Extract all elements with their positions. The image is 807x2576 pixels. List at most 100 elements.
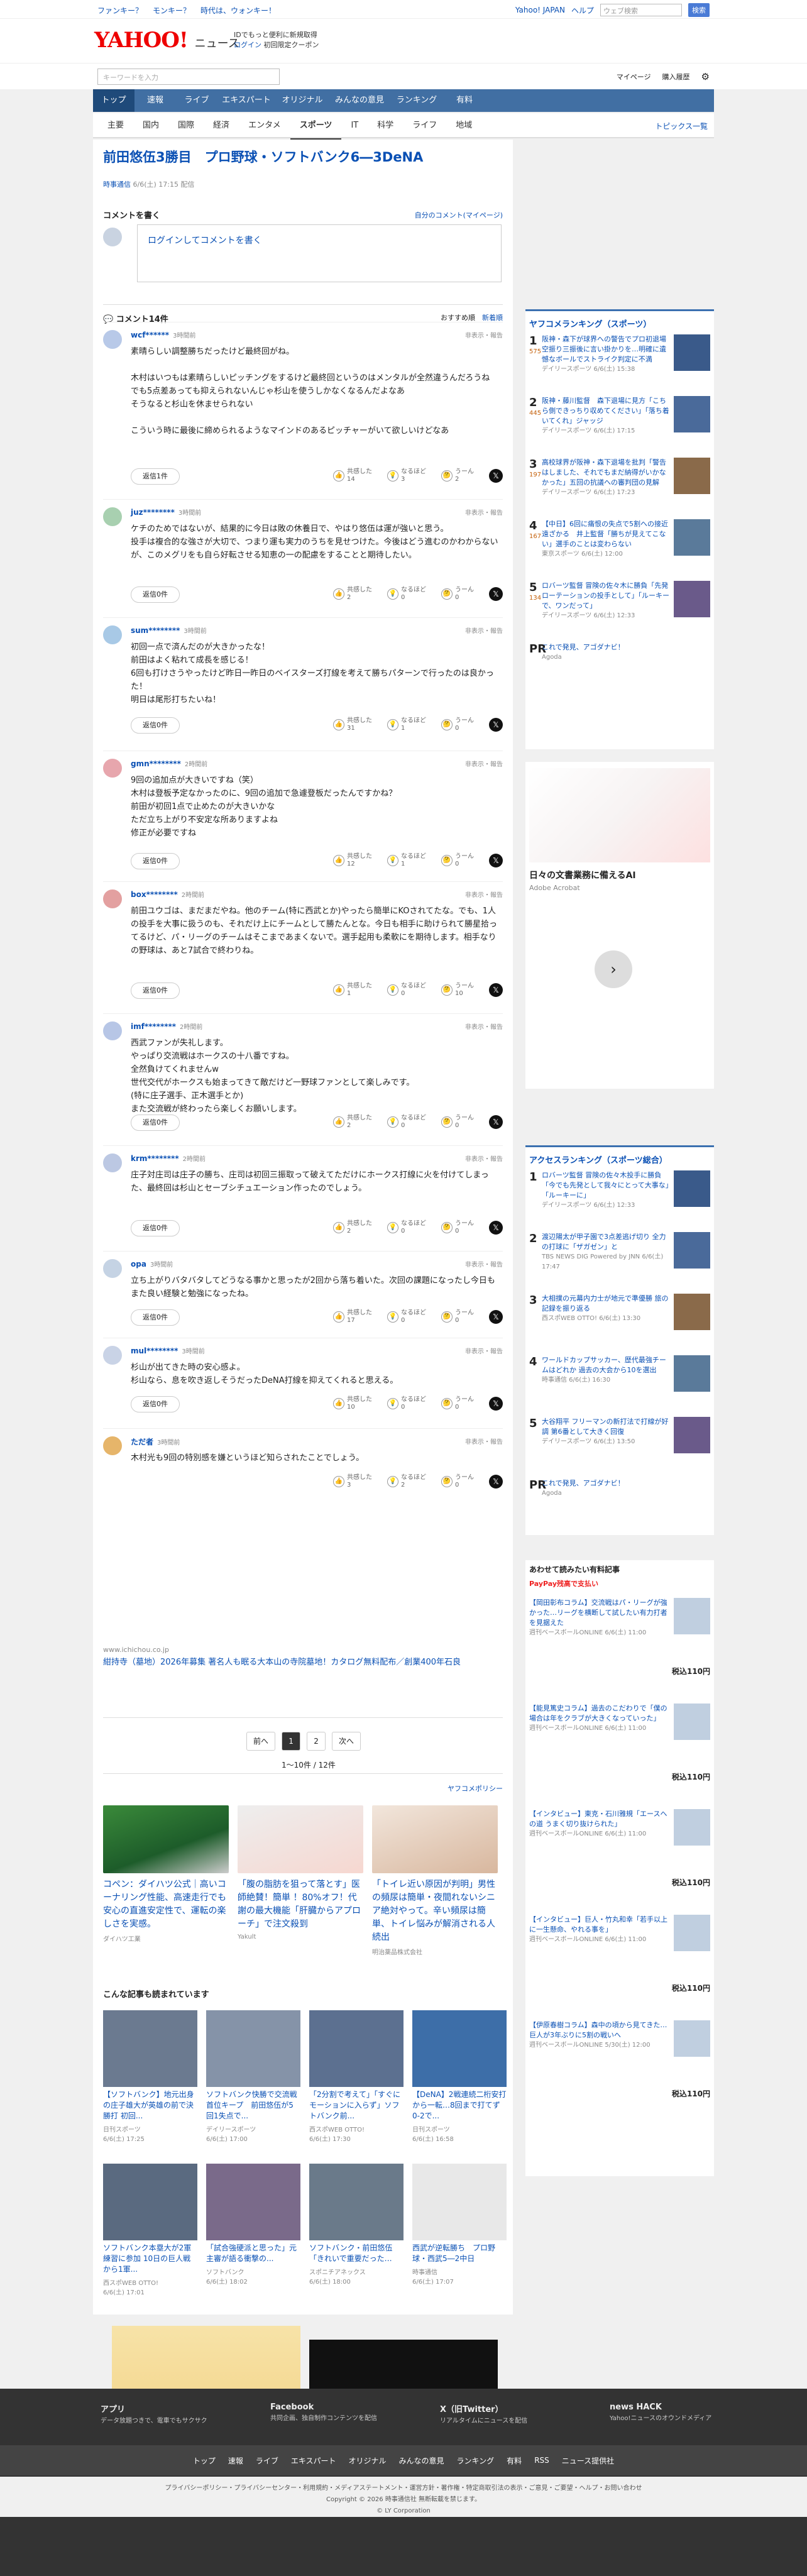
cat-main[interactable]: 主要	[98, 113, 133, 140]
nav-expert[interactable]: エキスパート	[217, 89, 275, 112]
comment-user[interactable]: gmn******** 2時間前	[131, 759, 207, 768]
chevron-right-icon[interactable]: ›	[595, 950, 632, 988]
ad-card-title[interactable]: コペン：ダイハツ公式｜高いコーナリング性能、高速走行でも安心の直進安定性で、運転…	[103, 1878, 229, 1931]
report-link[interactable]: 非表示・報告	[465, 1021, 503, 1031]
comment-user[interactable]: juz******** 3時間前	[131, 507, 201, 517]
x-share-icon[interactable]: 𝕏	[489, 1221, 503, 1235]
ad-card[interactable]: コペン：ダイハツ公式｜高いコーナリング性能、高速走行でも安心の直進安定性で、運転…	[103, 1805, 229, 1956]
reaction-hmm[interactable]: 🤔 うーん 0	[441, 1309, 474, 1324]
most-read-title[interactable]: ソフトバンク快勝で交流戦首位キープ 前田悠伍が5回1失点で...	[206, 2089, 300, 2122]
sort-recommended[interactable]: おすすめ順	[441, 314, 475, 322]
page-2[interactable]: 2	[307, 1732, 326, 1751]
comment-policy-link[interactable]: ヤフコメポリシー	[447, 1783, 503, 1793]
paid-article-item[interactable]: 【岡田彰布コラム】交流戦はパ・リーグが強かった…リーグを横断して試したい有力打者…	[529, 1598, 710, 1698]
prev-page-button[interactable]: 前へ	[246, 1732, 276, 1751]
report-link[interactable]: 非表示・報告	[465, 1259, 503, 1269]
next-page-button[interactable]: 次へ	[332, 1732, 361, 1751]
ad-card[interactable]: 「トイレ近い原因が判明」男性の頻尿は簡単・夜間れないシニア絶対やって。辛い頻尿は…	[372, 1805, 498, 1956]
footer-nav-item[interactable]: オリジナル	[349, 2455, 387, 2466]
reaction-learn[interactable]: 💡 なるほど 0	[387, 1115, 426, 1130]
most-read-card[interactable]: ソフトバンク本塁大が2軍練習に参加 10日の巨人戦から1軍... 西スポWEB O…	[103, 2164, 197, 2296]
replies-button[interactable]: 返信0件	[131, 983, 180, 999]
replies-button[interactable]: 返信0件	[131, 717, 180, 734]
ranking-item[interactable]: 4 167 【中日】6回に痛恨の失点で5割への接近遠ざかる 井上監督「勝ちが見えてこ…	[529, 519, 710, 576]
most-read-card[interactable]: 西武が逆転勝ち プロ野球・西武5―2中日 時事通信 6/6(土) 17:07	[412, 2164, 507, 2296]
my-comments-link[interactable]: 自分のコメント(マイページ)	[415, 210, 503, 220]
footer-nav-item[interactable]: ニュース提供社	[562, 2455, 614, 2466]
x-share-icon[interactable]: 𝕏	[489, 983, 503, 997]
most-read-title[interactable]: ソフトバンク本塁大が2軍練習に参加 10日の巨人戦から1軍...	[103, 2243, 197, 2275]
report-link[interactable]: 非表示・報告	[465, 1346, 503, 1355]
rank-title[interactable]: ロバーツ監督 冒険の佐々木投手に勝負「今でも先発として我々にとって大事な」「ルー…	[542, 1170, 671, 1201]
purchase-history-link[interactable]: 購入履歴	[662, 72, 690, 82]
x-share-icon[interactable]: 𝕏	[489, 587, 503, 601]
cat-sports[interactable]: スポーツ	[290, 113, 342, 140]
ranking-item[interactable]: 3 197 高校球界が阪神・森下退場を批判「警告はしました、それでもまだ納得がいかな…	[529, 458, 710, 514]
ranking-item[interactable]: 5 大谷翔平 フリーマンの新打法で打線が好調 第6番として大きく回復 デイリースポー…	[529, 1417, 710, 1473]
most-read-title[interactable]: 「試合強硬派と思った」元主審が語る衝撃の...	[206, 2243, 300, 2264]
reaction-agree[interactable]: 👍 共感した 14	[333, 468, 372, 483]
report-link[interactable]: 非表示・報告	[465, 1436, 503, 1446]
footer-nav-item[interactable]: みんなの意見	[399, 2455, 444, 2466]
replies-button[interactable]: 返信0件	[131, 853, 180, 869]
ranking-item[interactable]: 5 134 ロバーツ監督 冒険の佐々木に勝負「先発ローテーションの投手として」「ルー…	[529, 581, 710, 637]
reaction-agree[interactable]: 👍 共感した 1	[333, 983, 372, 998]
reaction-learn[interactable]: 💡 なるほど 0	[387, 586, 426, 602]
paid-article-title[interactable]: 【伊原春樹コラム】森中の頃から見てきた…巨人が3年ぶりに5割の戦いへ	[529, 2020, 667, 2040]
replies-button[interactable]: 返信0件	[131, 1396, 180, 1412]
help-link[interactable]: ヘルプ	[571, 5, 594, 16]
comment-user[interactable]: wcf****** 3時間前	[131, 330, 195, 339]
most-read-title[interactable]: 【DeNA】2戦連続二桁安打から一転…8回まで打てず0-2で...	[412, 2089, 507, 2122]
ad-title[interactable]: 紺持寺（墓地）2026年募集 著名人も眠る大本山の寺院墓地！カタログ無料配布／創…	[103, 1656, 503, 1669]
cat-intl[interactable]: 国際	[168, 113, 204, 140]
cat-economy[interactable]: 経済	[204, 113, 239, 140]
reaction-learn[interactable]: 💡 なるほど 0	[387, 1220, 426, 1235]
reaction-hmm[interactable]: 🤔 うーん 2	[441, 468, 474, 483]
most-read-card[interactable]: 【DeNA】2戦連続二桁安打から一転…8回まで打てず0-2で... 日刊スポーツ 6…	[412, 2010, 507, 2143]
reaction-agree[interactable]: 👍 共感した 2	[333, 1220, 372, 1235]
rank-title[interactable]: 阪神・藤川監督 森下退場に見方「こちら側できっちり収めてください」「落ち着いてく…	[542, 396, 671, 426]
reaction-learn[interactable]: 💡 なるほど 0	[387, 1309, 426, 1324]
top-link-2[interactable]: モンキー？	[153, 5, 190, 16]
footer-app[interactable]: アプリ データ放題つきで、電車でもサクサク	[101, 2403, 245, 2426]
paid-article-title[interactable]: 【岡田彰布コラム】交流戦はパ・リーグが強かった…リーグを横断して試したい有力打者…	[529, 1598, 667, 1628]
ad-card-title[interactable]: 「腹の脂肪を狙って落とす」医師絶賛！簡単 ！80%オフ！代謝の最大機能「肝臓から…	[238, 1878, 363, 1931]
ranking-item[interactable]: 2 445 阪神・藤川監督 森下退場に見方「こちら側できっちり収めてください」「落ち…	[529, 396, 710, 453]
reaction-hmm[interactable]: 🤔 うーん 0	[441, 586, 474, 602]
footer-nav-item[interactable]: トップ	[193, 2455, 216, 2466]
x-share-icon[interactable]: 𝕏	[489, 1475, 503, 1489]
cat-entertainment[interactable]: エンタメ	[239, 113, 290, 140]
reaction-learn[interactable]: 💡 なるほど 0	[387, 1396, 426, 1411]
paid-article-title[interactable]: 【能見篤史コラム】過去のこだわりで「僕の場合は年をクラブが大きくなっていった」	[529, 1704, 667, 1724]
footer-nav-item[interactable]: エキスパート	[291, 2455, 336, 2466]
top-link-3[interactable]: 時代は、ウォンキー！	[200, 5, 276, 16]
most-read-title[interactable]: 【ソフトバンク】地元出身の庄子雄大が英雄の前で決勝打 初回...	[103, 2089, 197, 2122]
most-read-title[interactable]: 「2分割で考えて」「すぐにモーションに入らず」ソフトバンク前...	[309, 2089, 404, 2122]
top-link-1[interactable]: ファンキー？	[97, 5, 143, 16]
ranking-item[interactable]: 4 ワールドカップサッカー、歴代最強チームはどれか 過去の大会から10を選出 時事通…	[529, 1355, 710, 1412]
keyword-search-input[interactable]: キーワードを入力	[97, 69, 280, 85]
rank-title[interactable]: 大相撲の元幕内力士が地元で準優勝 旅の記録を振り返る	[542, 1294, 671, 1314]
comment-input[interactable]: ログインしてコメントを書く	[137, 224, 502, 282]
rank-title[interactable]: 【中日】6回に痛恨の失点で5割への接近遠ざかる 井上監督「勝ちが見えてこない」選…	[542, 519, 671, 549]
footer-nav-item[interactable]: RSS	[534, 2456, 549, 2465]
page-1[interactable]: 1	[282, 1732, 301, 1751]
report-link[interactable]: 非表示・報告	[465, 1153, 503, 1163]
x-share-icon[interactable]: 𝕏	[489, 718, 503, 732]
report-link[interactable]: 非表示・報告	[465, 759, 503, 768]
comment-user[interactable]: mul******** 3時間前	[131, 1346, 205, 1355]
reaction-hmm[interactable]: 🤔 うーん 0	[441, 853, 474, 868]
reaction-agree[interactable]: 👍 共感した 10	[333, 1396, 372, 1411]
x-share-icon[interactable]: 𝕏	[489, 1397, 503, 1411]
paid-article-item[interactable]: 【インタビュー】巨人・竹丸和幸「若手以上に一生懸命、やれる事を」 週刊ベースボール…	[529, 1915, 710, 2015]
footer-facebook[interactable]: Facebook 共同企画、独自制作コンテンツを配信	[270, 2403, 415, 2426]
reaction-hmm[interactable]: 🤔 うーん 0	[441, 1220, 474, 1235]
topics-list-link[interactable]: トピックス一覧	[655, 121, 708, 131]
policy-links[interactable]: プライバシーポリシー・プライバシーセンター・利用規約・メディアステートメント・運…	[0, 2483, 807, 2494]
ranking-item[interactable]: 2 渡辺陽太が甲子園で3点差逃げ切り 全力の打球に「ザガゼン」と TBS NEWS …	[529, 1232, 710, 1289]
nav-flash[interactable]: 速報	[134, 89, 176, 112]
most-read-card[interactable]: 【ソフトバンク】地元出身の庄子雄大が英雄の前で決勝打 初回... 日刊スポーツ 6/…	[103, 2010, 197, 2143]
reaction-learn[interactable]: 💡 なるほど 3	[387, 468, 426, 483]
yahoo-japan-link[interactable]: Yahoo! JAPAN	[515, 6, 565, 14]
reaction-agree[interactable]: 👍 共感した 17	[333, 1309, 372, 1324]
